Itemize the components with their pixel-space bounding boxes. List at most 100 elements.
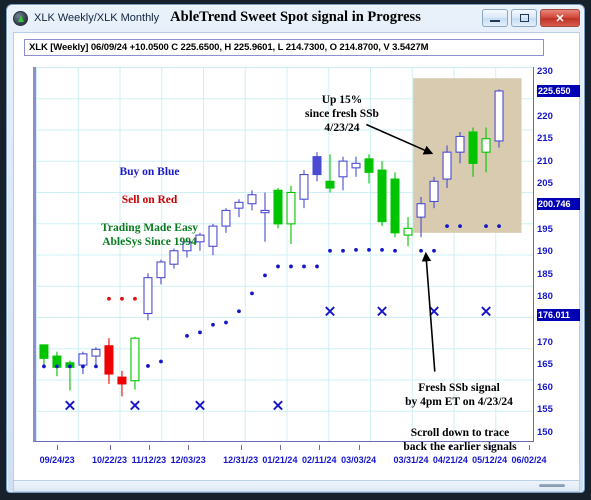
date-tick: 12/03/23 <box>170 455 206 465</box>
buy-dot <box>68 364 72 369</box>
date-tick-mark <box>188 445 190 450</box>
window-controls: ✕ <box>482 9 580 27</box>
sell-dot <box>133 296 137 301</box>
candle <box>104 338 114 384</box>
candle <box>299 170 309 209</box>
buy-dot <box>276 264 280 269</box>
chart-window: XLK Weekly/XLK Monthly AbleTrend Sweet S… <box>6 4 585 493</box>
date-tick-mark <box>279 445 281 450</box>
candle <box>247 190 257 211</box>
candle <box>312 152 322 182</box>
buy-dot <box>497 224 501 228</box>
price-tick: 165 <box>537 359 553 371</box>
x-mark <box>377 306 387 317</box>
date-tick: 05/12/24 <box>472 455 508 465</box>
price-tick: 205 <box>537 178 553 190</box>
buy-dot <box>289 264 293 269</box>
price-tick: 190 <box>537 246 553 258</box>
x-mark <box>481 306 491 317</box>
buy-dot <box>354 247 358 252</box>
price-tick: 176.011 <box>537 309 580 322</box>
candle <box>377 161 387 227</box>
title-bar: XLK Weekly/XLK Monthly AbleTrend Sweet S… <box>7 5 584 31</box>
date-tick: 04/21/24 <box>432 455 468 465</box>
candle <box>351 156 361 177</box>
highlight-region <box>413 78 522 233</box>
x-mark <box>65 400 75 411</box>
buy-dot <box>393 248 397 253</box>
buy-dot <box>185 334 189 338</box>
date-tick: 11/12/23 <box>131 455 167 465</box>
fresh-signal-annotation: Fresh SSb signal by 4pm ET on 4/23/24 <box>405 382 513 409</box>
x-mark <box>325 306 335 317</box>
x-mark <box>195 400 205 411</box>
buy-dot <box>432 248 436 253</box>
date-tick: 02/11/24 <box>301 455 337 465</box>
buy-dot <box>94 364 98 369</box>
app-icon <box>13 10 28 26</box>
date-tick: 03/03/24 <box>341 455 377 465</box>
buy-dot <box>250 291 254 296</box>
buy-dot <box>328 248 332 253</box>
buy-dot <box>458 224 462 228</box>
price-tick: 225.650 <box>537 85 580 98</box>
quote-bar: XLK [Weekly] 06/09/24 +10.0500 C 225.650… <box>24 39 544 56</box>
buy-dot <box>81 364 85 369</box>
date-tick: 12/31/23 <box>223 455 259 465</box>
date-tick-mark <box>240 445 242 450</box>
resize-grip[interactable] <box>539 484 565 487</box>
chart-panel: XLK [Weekly] 06/09/24 +10.0500 C 225.650… <box>13 32 580 481</box>
candle <box>273 188 283 229</box>
window-title: XLK Weekly/XLK Monthly <box>34 12 160 24</box>
buy-dot <box>419 248 423 253</box>
candle <box>52 351 62 377</box>
date-tick-mark <box>319 445 321 450</box>
candle <box>117 370 127 397</box>
date-tick: 09/24/23 <box>39 455 75 465</box>
close-button[interactable]: ✕ <box>540 9 580 27</box>
price-tick: 210 <box>537 155 553 167</box>
scroll-hint-annotation: Scroll down to trace back the earlier si… <box>403 427 517 454</box>
buy-dot <box>237 309 241 314</box>
candle <box>325 154 335 193</box>
date-tick: 06/02/24 <box>511 455 547 465</box>
maximize-button[interactable] <box>511 9 537 27</box>
candle <box>143 273 153 321</box>
buy-dot <box>263 273 267 278</box>
candle <box>130 336 140 390</box>
brand-line-sell: Sell on Red <box>121 194 178 207</box>
candle <box>286 185 296 245</box>
price-tick: 215 <box>537 133 553 145</box>
date-tick-mark <box>57 445 59 450</box>
minimize-button[interactable] <box>482 9 508 27</box>
date-tick: 10/22/23 <box>92 455 128 465</box>
buy-dot <box>380 247 384 252</box>
buy-dot <box>367 247 371 252</box>
status-strip <box>13 481 580 492</box>
brand-line-tagline: Trading Made Easy AbleSys Since 1994 <box>101 222 198 249</box>
x-mark <box>273 400 283 411</box>
date-tick-mark <box>358 445 360 450</box>
sell-dot <box>120 296 124 301</box>
price-tick: 200.746 <box>537 197 580 210</box>
price-tick: 185 <box>537 268 553 280</box>
buy-dot <box>315 264 319 269</box>
date-tick: 01/21/24 <box>262 455 298 465</box>
sell-dot <box>107 296 111 301</box>
buy-dot <box>341 248 345 253</box>
buy-dot <box>198 330 202 335</box>
candle <box>364 154 374 184</box>
buy-dot <box>211 322 215 327</box>
buy-dot <box>445 224 449 228</box>
candle <box>91 347 101 368</box>
candle <box>403 217 413 247</box>
candle <box>78 351 88 375</box>
candle <box>494 89 504 148</box>
candle <box>338 156 348 191</box>
buy-dot <box>42 364 46 369</box>
price-tick: 230 <box>537 65 553 77</box>
candle <box>234 199 244 218</box>
buy-dot <box>224 320 228 325</box>
buy-dot <box>159 359 163 364</box>
candle <box>260 192 270 242</box>
